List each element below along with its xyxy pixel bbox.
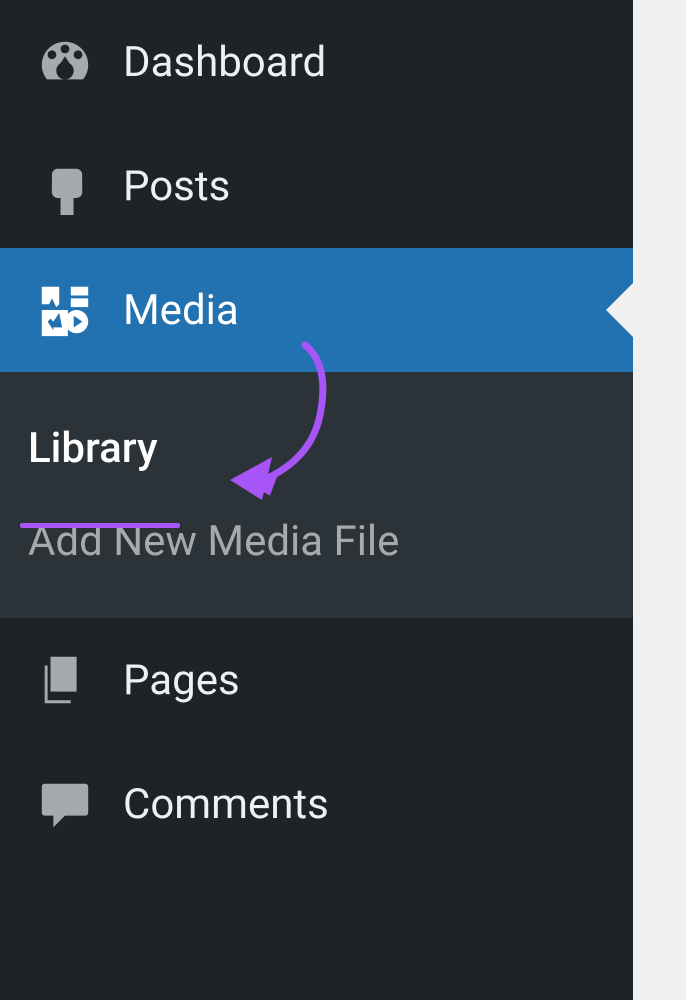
sidebar-item-media[interactable]: Media bbox=[0, 248, 633, 372]
sidebar-item-label: Pages bbox=[123, 656, 240, 705]
comments-icon bbox=[35, 774, 95, 834]
sidebar-item-label: Posts bbox=[123, 162, 230, 211]
annotation-underline bbox=[20, 523, 180, 528]
submenu-item-add-new[interactable]: Add New Media File bbox=[0, 495, 633, 588]
sidebar-item-label: Media bbox=[123, 286, 239, 335]
pages-icon bbox=[35, 650, 95, 710]
sidebar-item-label: Comments bbox=[123, 780, 329, 829]
dashboard-icon bbox=[35, 32, 95, 92]
sidebar-item-dashboard[interactable]: Dashboard bbox=[0, 0, 633, 124]
sidebar-item-comments[interactable]: Comments bbox=[0, 742, 633, 866]
submenu-item-label: Library bbox=[28, 424, 158, 473]
sidebar-item-pages[interactable]: Pages bbox=[0, 618, 633, 742]
submenu-item-library[interactable]: Library bbox=[0, 402, 633, 495]
media-icon bbox=[35, 280, 95, 340]
sidebar-item-posts[interactable]: Posts bbox=[0, 124, 633, 248]
media-submenu: Library Add New Media File bbox=[0, 372, 633, 618]
admin-sidebar: Dashboard Posts Media Library Add New Me… bbox=[0, 0, 633, 1000]
pin-icon bbox=[35, 156, 95, 216]
sidebar-item-label: Dashboard bbox=[123, 38, 326, 87]
